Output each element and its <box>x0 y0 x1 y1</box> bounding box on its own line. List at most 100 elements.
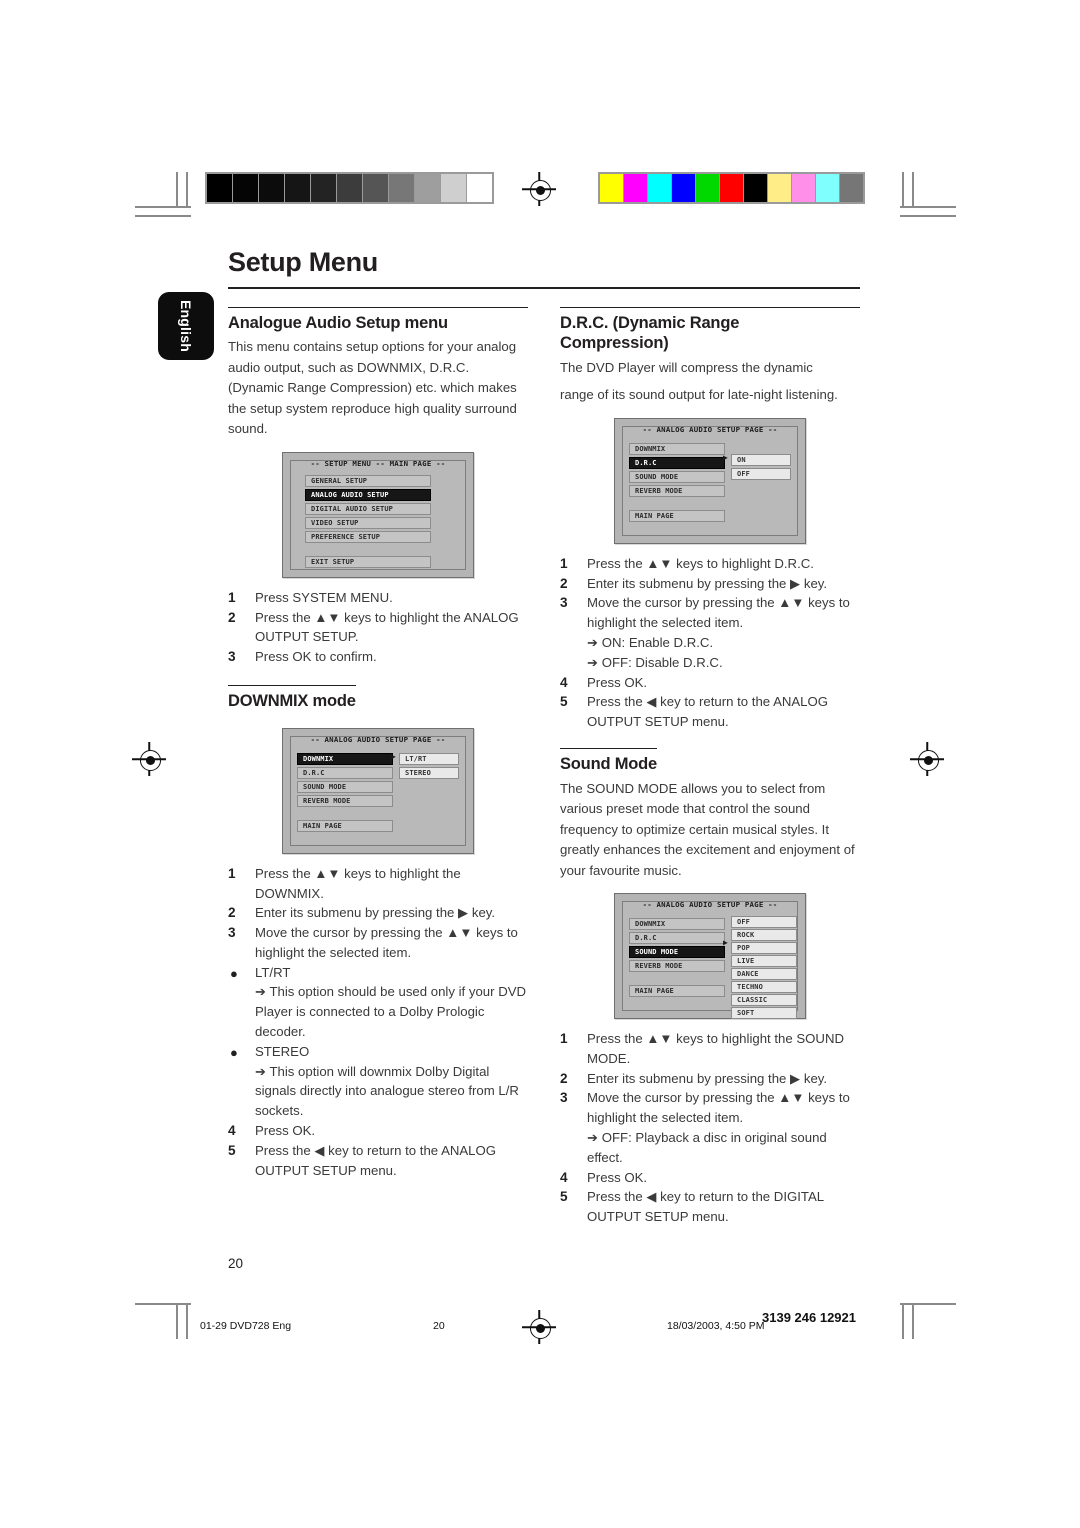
step-text: Press the ◀ key to return to the ANALOG … <box>255 1142 497 1178</box>
step-number: 2 <box>228 905 236 921</box>
osd-item-exit-setup[interactable]: EXIT SETUP <box>305 555 431 568</box>
osd-submenu-classic[interactable]: CLASSIC <box>731 994 797 1007</box>
submenu-cursor-icon: ▶ <box>723 938 728 948</box>
osd-submenu-rock[interactable]: ROCK <box>731 929 797 942</box>
grayscale-patch-3 <box>285 174 310 202</box>
osd-item-digital-audio-setup[interactable]: DIGITAL AUDIO SETUP <box>305 502 431 515</box>
osd-title: -- ANALOG AUDIO SETUP PAGE -- <box>310 734 446 744</box>
step-item: 1 Press the ▲▼ keys to highlight the SOUN… <box>560 1029 860 1069</box>
osd-item-drc[interactable]: D.R.C <box>629 932 725 945</box>
step-number: 2 <box>560 575 568 591</box>
osd-submenu-pop[interactable]: POP <box>731 942 797 955</box>
osd-item-sound-mode[interactable]: SOUND MODE <box>629 946 725 959</box>
step-text: Press the ▲▼ keys to highlight D.R.C. <box>587 555 814 571</box>
osd-menu-list: DOWNMIX D.R.C SOUND MODE REVERB MODE MAI… <box>297 752 393 834</box>
bullet-icon: ● <box>230 965 238 981</box>
analogue-audio-setup-paragraph: This menu contains setup options for you… <box>228 339 517 437</box>
drc-arrow-on: ➔ ON: Enable D.R.C. <box>587 634 714 650</box>
osd-submenu-stereo[interactable]: STEREO <box>399 766 459 779</box>
registration-mark-right <box>910 742 944 776</box>
step-text: Enter its submenu by pressing the ▶ key. <box>255 905 496 921</box>
step-text: Press OK. <box>587 674 648 690</box>
osd-submenu-live[interactable]: LIVE <box>731 955 797 968</box>
osd-menu-list: GENERAL SETUP ANALOG AUDIO SETUP DIGITAL… <box>305 474 431 570</box>
osd-submenu-lt-rt[interactable]: LT/RT <box>399 752 459 765</box>
step-text: Enter its submenu by pressing the ▶ key. <box>587 1070 828 1086</box>
osd-submenu-off[interactable]: OFF <box>731 467 791 480</box>
osd-item-video-setup[interactable]: VIDEO SETUP <box>305 516 431 529</box>
grayscale-patch-1 <box>233 174 258 202</box>
color-patch-3 <box>672 174 695 202</box>
print-footer: 01-29 DVD728 Eng 20 18/03/2003, 4:50 PM … <box>0 1300 1080 1360</box>
color-patch-8 <box>792 174 815 202</box>
footer-filename: 01-29 DVD728 Eng <box>200 1320 292 1332</box>
osd-item-reverb-mode[interactable]: REVERB MODE <box>629 484 725 497</box>
step-text: Enter its submenu by pressing the ▶ key. <box>587 575 828 591</box>
step-item: 4 Press OK. <box>560 1168 860 1188</box>
crop-mark-tl-v <box>176 172 178 208</box>
grayscale-patch-8 <box>415 174 440 202</box>
drc-heading-line1: D.R.C. (Dynamic Range <box>560 306 860 334</box>
downmix-ltrt-note: ➔ This option should be used only if you… <box>255 984 527 1040</box>
osd-item-main-page[interactable]: MAIN PAGE <box>629 985 725 998</box>
page-content: Setup Menu Analogue Audio Setup menu Thi… <box>228 247 860 1227</box>
step-number: 5 <box>560 1189 568 1205</box>
step-item: 5 Press the ◀ key to return to the ANALOG… <box>560 692 860 732</box>
osd-item-sound-mode[interactable]: SOUND MODE <box>629 470 725 483</box>
sound-mode-steps: 1 Press the ▲▼ keys to highlight the SOUN… <box>560 1029 860 1128</box>
language-tab-label: English <box>178 300 194 352</box>
osd-item-general-setup[interactable]: GENERAL SETUP <box>305 474 431 487</box>
osd-item-analog-audio-setup[interactable]: ANALOG AUDIO SETUP <box>305 488 431 501</box>
step-item: 3 Press OK to confirm. <box>228 647 528 667</box>
grayscale-patch-2 <box>259 174 284 202</box>
left-column: Analogue Audio Setup menu This menu cont… <box>228 306 528 1227</box>
osd-item-drc[interactable]: D.R.C <box>297 766 393 779</box>
step-item: 3 Move the cursor by pressing the ▲▼ keys… <box>560 593 860 633</box>
grayscale-calibration-bar <box>205 172 494 204</box>
osd-submenu-list: LT/RT STEREO <box>399 752 459 781</box>
osd-item-reverb-mode[interactable]: REVERB MODE <box>297 794 393 807</box>
step-item: 4 Press OK. <box>560 673 860 693</box>
step-number: 5 <box>228 1142 236 1158</box>
step-text: Press the ◀ key to return to the DIGITAL… <box>587 1189 824 1225</box>
osd-submenu-soft[interactable]: SOFT <box>731 1007 797 1020</box>
osd-item-downmix[interactable]: DOWNMIX <box>629 918 725 931</box>
step-item: 3 Move the cursor by pressing the ▲▼ keys… <box>560 1088 860 1128</box>
osd-item-main-page[interactable]: MAIN PAGE <box>297 819 393 832</box>
osd-submenu-dance[interactable]: DANCE <box>731 968 797 981</box>
drc-steps: 1 Press the ▲▼ keys to highlight D.R.C. 2… <box>560 554 860 633</box>
screenshot-setup-menu-main-page: -- SETUP MENU -- MAIN PAGE -- GENERAL SE… <box>282 451 474 578</box>
downmix-stereo-note: ➔ This option will downmix Dolby Digital… <box>255 1063 519 1119</box>
footer-page: 20 <box>433 1320 445 1332</box>
osd-item-downmix[interactable]: DOWNMIX <box>629 442 725 455</box>
step-number: 1 <box>228 589 236 605</box>
osd-item-sound-mode[interactable]: SOUND MODE <box>297 780 393 793</box>
footer-rule-left <box>135 1303 191 1305</box>
osd-item-preference-setup[interactable]: PREFERENCE SETUP <box>305 530 431 543</box>
two-column-layout: Analogue Audio Setup menu This menu cont… <box>228 306 860 1227</box>
osd-submenu-techno[interactable]: TECHNO <box>731 981 797 994</box>
step-item: 2 Enter its submenu by pressing the ▶ key… <box>560 1069 860 1089</box>
osd-submenu-off[interactable]: OFF <box>731 916 797 929</box>
grayscale-patch-4 <box>311 174 336 202</box>
sound-mode-heading: Sound Mode <box>560 747 657 775</box>
osd-item-drc[interactable]: D.R.C <box>629 456 725 469</box>
osd-item-downmix[interactable]: DOWNMIX <box>297 752 393 765</box>
grayscale-patch-6 <box>363 174 388 202</box>
color-patch-6 <box>744 174 767 202</box>
step-number: 3 <box>560 1090 568 1106</box>
step-number: 3 <box>228 925 236 941</box>
language-tab: English <box>158 292 214 360</box>
title-divider <box>228 286 860 289</box>
crop-mark-tl-v2 <box>186 172 188 208</box>
osd-submenu-on[interactable]: ON <box>731 453 791 466</box>
bullet-label: STEREO <box>255 1043 310 1059</box>
osd-item-main-page[interactable]: MAIN PAGE <box>629 509 725 522</box>
page-number: 20 <box>228 1256 244 1271</box>
osd-item-reverb-mode[interactable]: REVERB MODE <box>629 960 725 973</box>
grayscale-patch-10 <box>467 174 492 202</box>
step-text: Press the ◀ key to return to the ANALOG … <box>587 694 829 730</box>
downmix-mode-heading: DOWNMIX mode <box>228 684 356 712</box>
screenshot-analog-audio-setup-drc: -- ANALOG AUDIO SETUP PAGE -- DOWNMIX D.… <box>614 417 806 544</box>
step-number: 2 <box>228 609 236 625</box>
